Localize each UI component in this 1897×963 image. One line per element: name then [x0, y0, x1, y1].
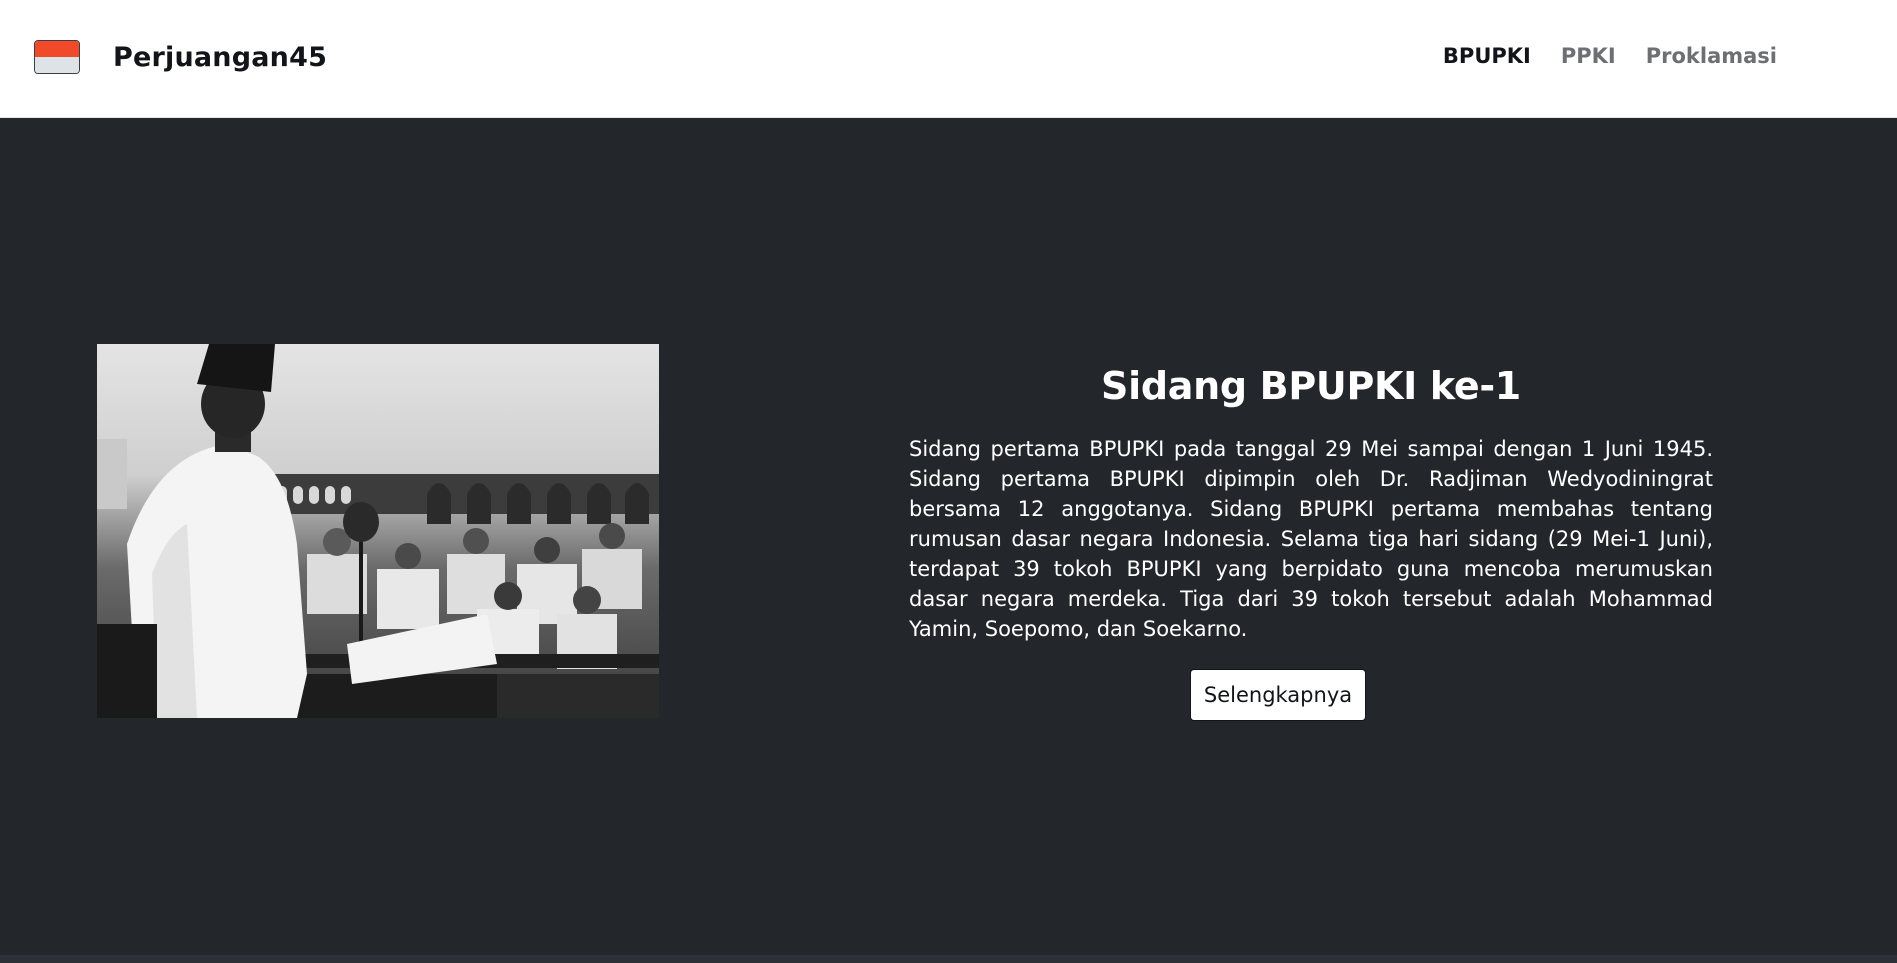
- more-button[interactable]: Selengkapnya: [1189, 669, 1367, 721]
- footer-strip: [0, 955, 1897, 963]
- nav-links: BPUPKI PPKI Proklamasi: [1443, 44, 1777, 68]
- hero-description: Sidang pertama BPUPKI pada tanggal 29 Me…: [909, 437, 1713, 641]
- hero-content: Sidang BPUPKI ke-1 Sidang pertama BPUPKI…: [909, 364, 1713, 721]
- nav-link-proklamasi[interactable]: Proklamasi: [1646, 44, 1777, 68]
- hero-title: Sidang BPUPKI ke-1: [1101, 364, 1521, 408]
- brand[interactable]: Perjuangan45: [34, 38, 327, 76]
- historical-photo-illustration: [97, 344, 659, 718]
- flag-icon: [34, 40, 80, 74]
- nav-link-ppki[interactable]: PPKI: [1561, 44, 1616, 68]
- historical-photo: [97, 344, 659, 718]
- hero-section: Sidang BPUPKI ke-1 Sidang pertama BPUPKI…: [0, 118, 1897, 955]
- nav-link-bpupki[interactable]: BPUPKI: [1443, 44, 1531, 68]
- flag-red-band: [35, 41, 79, 57]
- flag-white-band: [35, 57, 79, 73]
- navbar: Perjuangan45 BPUPKI PPKI Proklamasi: [0, 0, 1897, 118]
- button-wrapper: Selengkapnya: [909, 669, 1713, 721]
- brand-name[interactable]: Perjuangan45: [113, 42, 327, 73]
